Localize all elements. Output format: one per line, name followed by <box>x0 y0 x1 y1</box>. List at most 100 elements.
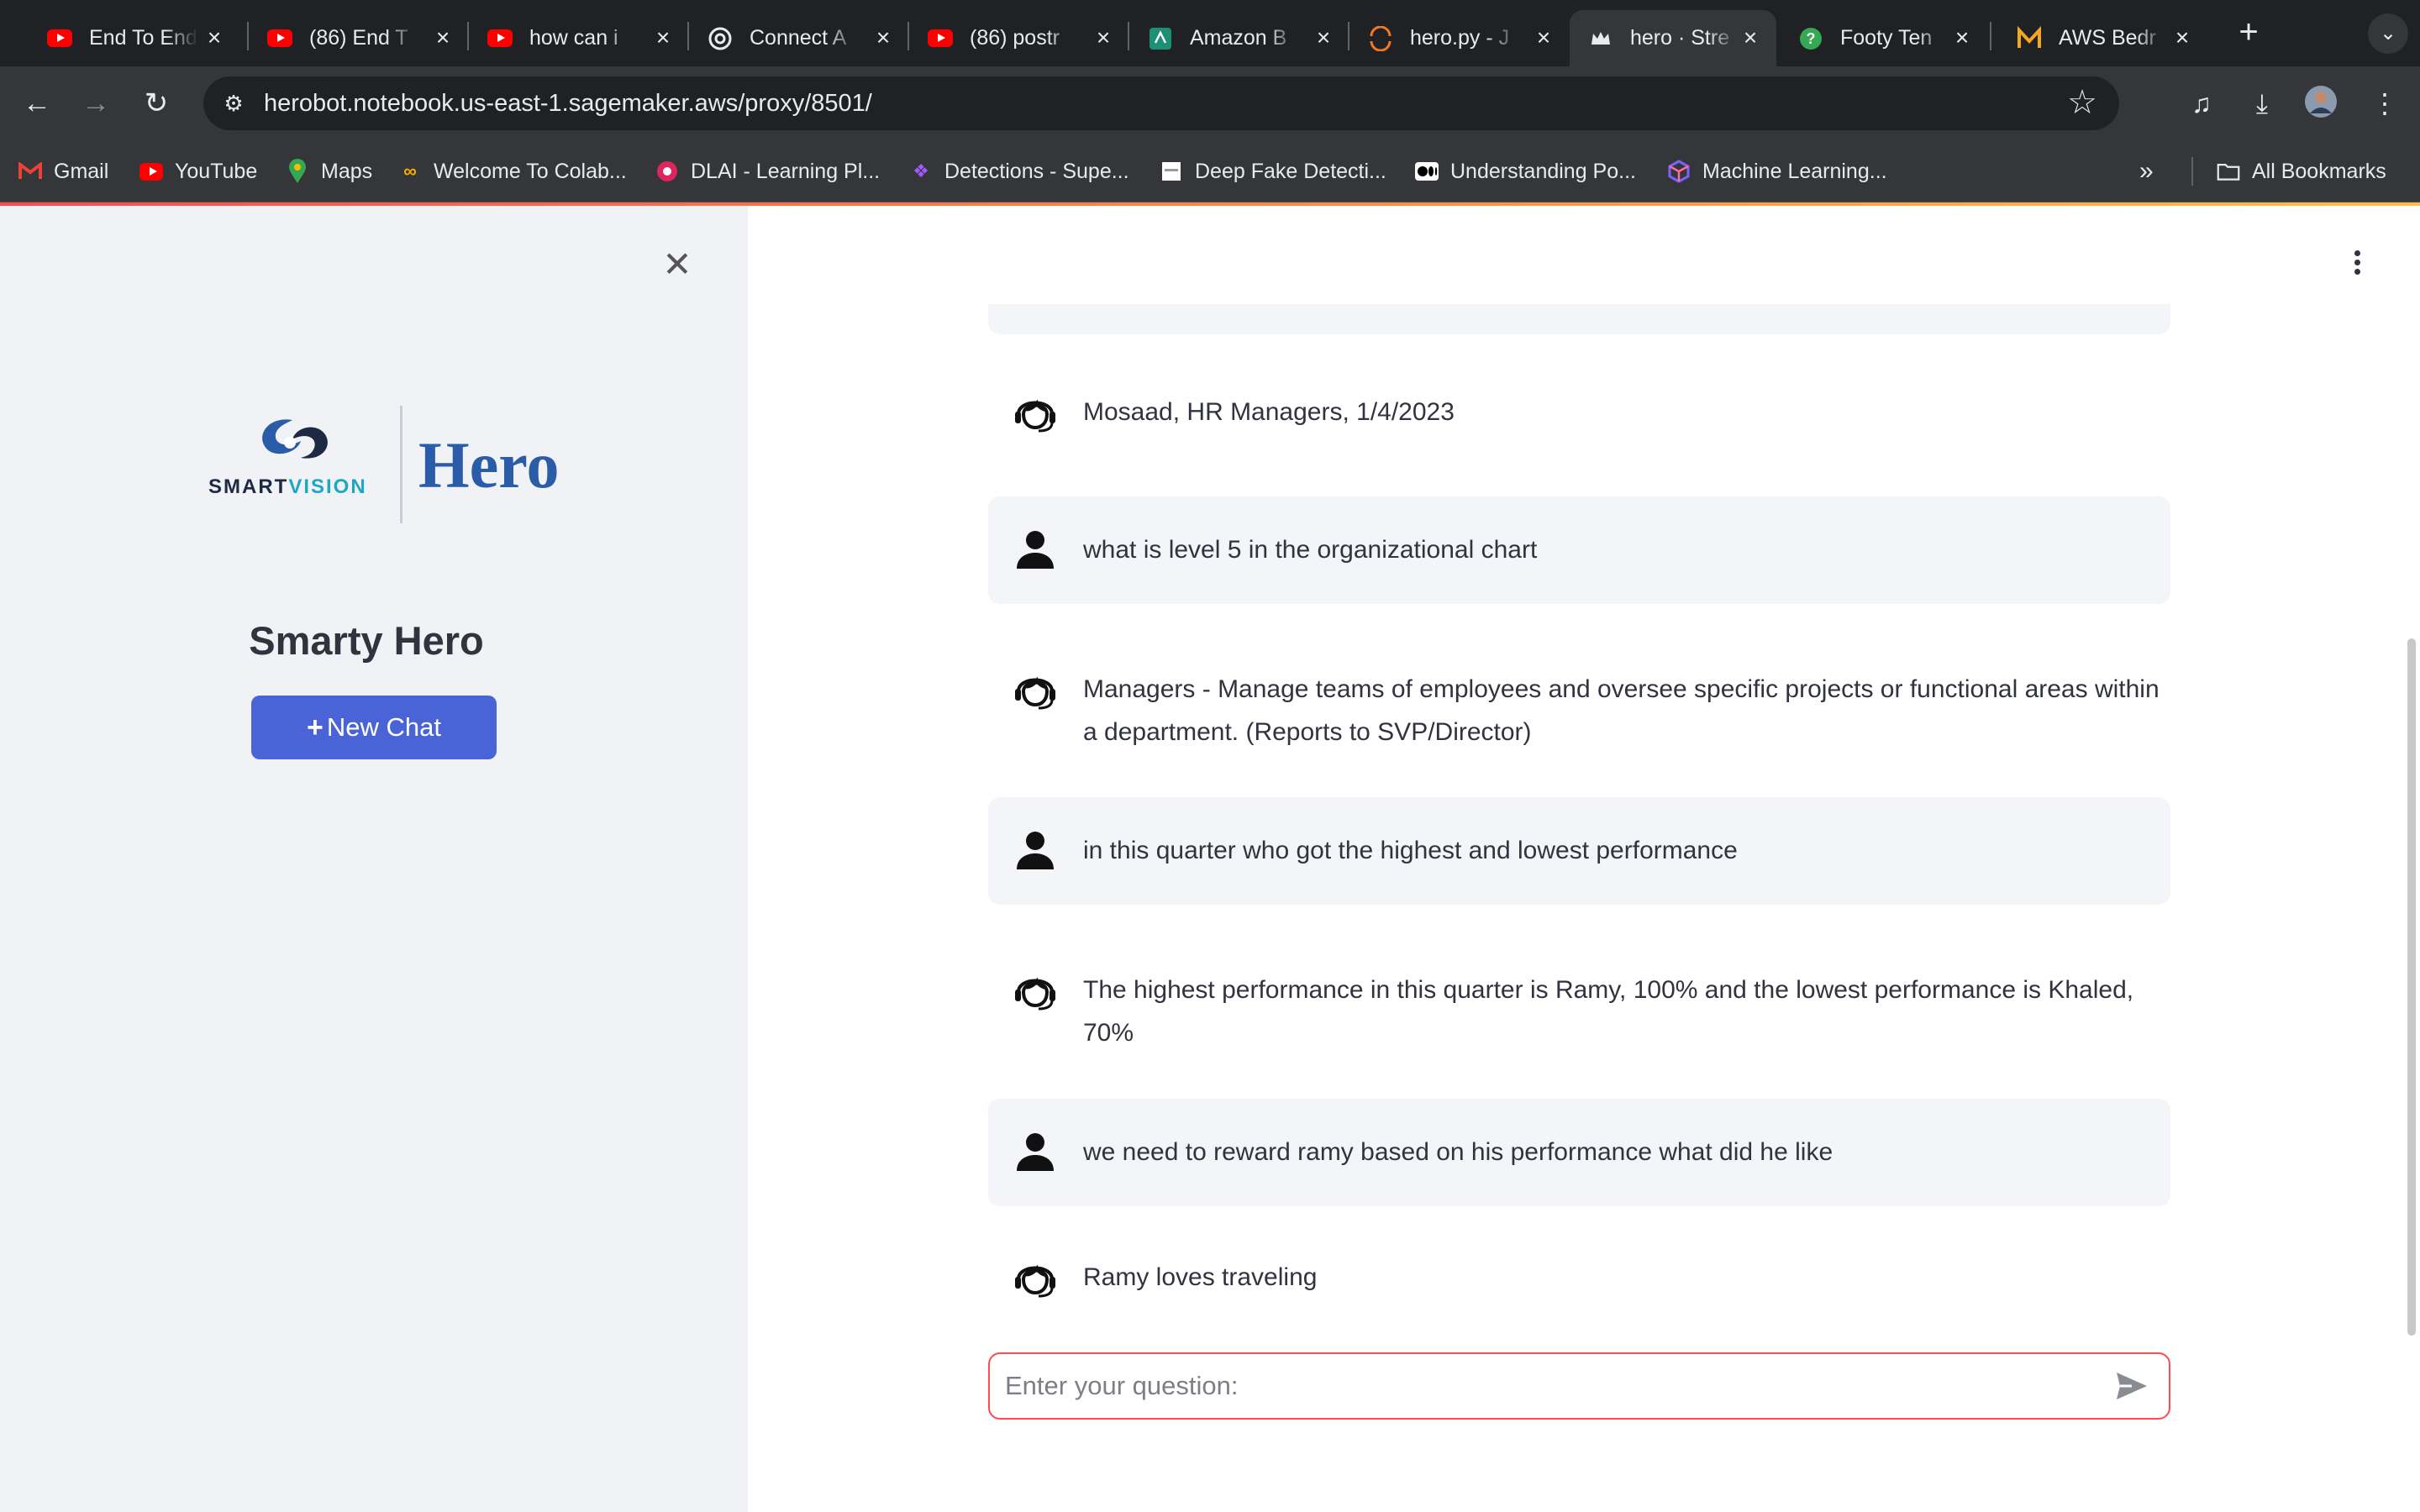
chat-message-assistant: Managers - Manage teams of employees and… <box>988 643 2170 769</box>
app-title: Smarty Hero <box>249 618 484 663</box>
message-text: in this quarter who got the highest and … <box>1083 837 1738 864</box>
page-icon <box>1160 160 1183 183</box>
jupyter-icon <box>1368 25 1393 51</box>
bookmark-machine-learning[interactable]: Machine Learning... <box>1667 155 1887 187</box>
svg-text:?: ? <box>1807 30 1816 47</box>
assistant-headset-icon <box>1015 676 1055 710</box>
message-text: what is level 5 in the organizational ch… <box>1083 536 1538 564</box>
tab-9[interactable]: AWS Bedr × <box>1998 10 2208 66</box>
bookmark-gmail[interactable]: Gmail <box>18 155 108 187</box>
bookmark-detections[interactable]: ❖ Detections - Supe... <box>909 155 1128 187</box>
chat-message-assistant: Mosaad, HR Managers, 1/4/2023 <box>988 374 2170 453</box>
svg-text:Hero: Hero <box>418 428 560 501</box>
tab-6[interactable]: hero.py - J × <box>1349 10 1570 66</box>
media-controls-icon[interactable]: ♫ <box>2183 85 2220 122</box>
tab-title: End To End <box>89 26 197 50</box>
tab-search-chevron-icon[interactable]: ⌄ <box>2368 13 2408 54</box>
tab-title: how can i <box>529 26 618 50</box>
bookmark-youtube[interactable]: YouTube <box>139 155 257 187</box>
url-text[interactable]: herobot.notebook.us-east-1.sagemaker.aws… <box>264 90 872 118</box>
browser-menu-icon[interactable]: ⋮ <box>2366 85 2403 122</box>
bookmark-colab[interactable]: ∞ Welcome To Colab... <box>398 155 627 187</box>
streamlit-crown-icon <box>1588 26 1613 51</box>
tab-title: hero.py - J <box>1410 26 1510 50</box>
app-menu-icon[interactable] <box>2349 248 2365 281</box>
close-tab-icon[interactable]: × <box>1739 26 1761 50</box>
message-text: Managers - Manage teams of employees and… <box>1083 675 2160 746</box>
close-tab-icon[interactable]: × <box>203 26 225 50</box>
medium-icon <box>2017 25 2042 51</box>
new-chat-button[interactable]: + New Chat <box>251 696 497 759</box>
tab-0[interactable]: End To End × <box>29 10 240 66</box>
bookmark-dlai[interactable]: DLAI - Learning Pl... <box>655 155 880 187</box>
tab-title: Connect A <box>750 26 847 50</box>
tab-1[interactable]: (86) End T × <box>249 10 469 66</box>
youtube-icon <box>47 26 72 51</box>
youtube-icon <box>487 26 513 51</box>
tab-4[interactable]: (86) postr × <box>909 10 1129 66</box>
more-bookmarks-chevron-icon[interactable]: » <box>2139 155 2154 187</box>
chat-message-user: we need to reward ramy based on his perf… <box>988 1099 2170 1206</box>
tab-8[interactable]: ? Footy Ten × <box>1780 10 1988 66</box>
youtube-icon <box>928 26 953 51</box>
site-settings-icon[interactable]: ⚙ <box>217 87 250 120</box>
bookmark-understanding[interactable]: Understanding Po... <box>1415 155 1636 187</box>
close-tab-icon[interactable]: × <box>1533 26 1555 50</box>
close-tab-icon[interactable]: × <box>872 26 894 50</box>
user-person-icon <box>1017 832 1054 869</box>
new-tab-icon[interactable]: + <box>2230 13 2267 50</box>
message-text: Ramy loves traveling <box>1083 1263 1318 1291</box>
bookmark-star-icon[interactable]: ☆ <box>2067 83 2097 122</box>
assistant-headset-icon <box>1015 977 1055 1011</box>
close-tab-icon[interactable]: × <box>1951 26 1973 50</box>
download-icon[interactable]: ⤓ <box>2244 85 2281 122</box>
reload-icon[interactable]: ↻ <box>138 85 175 122</box>
assistant-headset-icon <box>1015 1264 1055 1298</box>
folder-icon <box>2217 160 2240 183</box>
close-tab-icon[interactable]: × <box>1092 26 1114 50</box>
chat-message-user: in this quarter who got the highest and … <box>988 797 2170 905</box>
close-tab-icon[interactable]: × <box>1313 26 1334 50</box>
message-text: Mosaad, HR Managers, 1/4/2023 <box>1083 398 1455 426</box>
tab-title: Footy Ten <box>1840 26 1933 50</box>
help-icon: ? <box>1798 26 1823 51</box>
colab-icon: ∞ <box>403 160 417 181</box>
send-icon[interactable] <box>2113 1369 2150 1403</box>
smartvision-hero-logo: SMARTVISION Hero <box>208 406 560 523</box>
scrollbar[interactable] <box>2407 638 2416 1336</box>
chat-message-user: what is level 5 in the organizational ch… <box>988 496 2170 604</box>
tab-title: hero · Stre <box>1630 26 1730 50</box>
close-tab-icon[interactable]: × <box>2171 26 2193 50</box>
tab-5[interactable]: Amazon B × <box>1129 10 1349 66</box>
bookmark-deepfake[interactable]: Deep Fake Detecti... <box>1160 155 1386 187</box>
bookmark-maps[interactable]: Maps <box>286 155 372 187</box>
back-arrow-icon[interactable]: ← <box>18 85 55 122</box>
close-tab-icon[interactable]: × <box>432 26 454 50</box>
chat-input-container <box>988 1352 2170 1420</box>
user-person-icon <box>1017 531 1054 569</box>
all-bookmarks[interactable]: All Bookmarks <box>2217 155 2386 187</box>
tab-title: AWS Bedr <box>2059 26 2156 50</box>
user-person-icon <box>1017 1133 1054 1171</box>
bookmarks-bar: Gmail YouTube Maps ∞ Welcome To Colab...… <box>0 140 2420 202</box>
svg-text:SMARTVISION: SMARTVISION <box>208 475 367 498</box>
maps-icon <box>286 159 309 183</box>
aws-bedrock-icon <box>1148 26 1173 51</box>
close-sidebar-icon[interactable]: ✕ <box>660 247 694 282</box>
browser-toolbar: ← → ↻ ⚙ herobot.notebook.us-east-1.sagem… <box>0 66 2420 140</box>
chat-input[interactable] <box>1005 1354 2097 1418</box>
browser-tab-strip: End To End × (86) End T × how can i × Co… <box>0 0 2420 66</box>
address-bar[interactable]: ⚙ herobot.notebook.us-east-1.sagemaker.a… <box>203 76 2119 130</box>
tab-3[interactable]: Connect A × <box>689 10 909 66</box>
profile-avatar[interactable] <box>2302 85 2339 122</box>
youtube-icon <box>139 160 163 183</box>
tab-7-active[interactable]: hero · Stre × <box>1570 10 1776 66</box>
tab-title: (86) postr <box>970 26 1060 50</box>
tab-title: (86) End T <box>309 26 408 50</box>
sidebar: ✕ SMARTVISION Hero Smarty Hero + New Cha… <box>0 206 748 1512</box>
dlai-icon <box>655 160 679 183</box>
medium-icon <box>1415 160 1439 183</box>
tab-2[interactable]: how can i × <box>469 10 689 66</box>
close-tab-icon[interactable]: × <box>652 26 674 50</box>
forward-arrow-icon[interactable]: → <box>77 85 114 122</box>
